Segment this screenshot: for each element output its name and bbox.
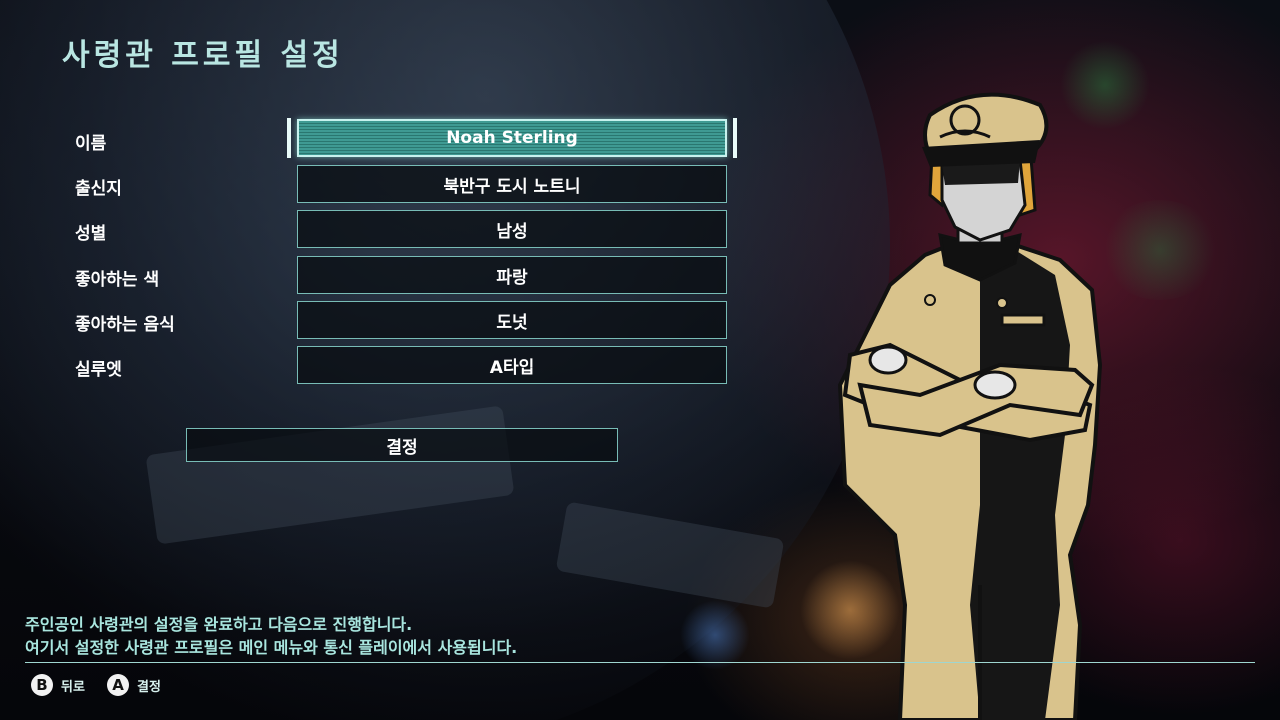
- confirm-button[interactable]: 결정: [186, 428, 618, 462]
- uniform-button: [996, 297, 1008, 309]
- explosion-glow: [680, 600, 750, 670]
- favorite-color-field[interactable]: 파랑: [297, 256, 727, 294]
- a-button-icon: A: [107, 674, 129, 696]
- row-label-name: 이름: [75, 134, 107, 154]
- hand-right: [973, 370, 1017, 400]
- hometown-field[interactable]: 북반구 도시 노트니: [297, 165, 727, 203]
- row-label-favorite-food: 좋아하는 음식: [75, 315, 175, 335]
- row-label-silhouette: 실루엣: [75, 360, 122, 380]
- confirm-hint[interactable]: A 결정: [107, 674, 161, 696]
- name-field[interactable]: Noah Sterling: [297, 119, 727, 157]
- silhouette-field[interactable]: A타입: [297, 346, 727, 384]
- commander-portrait: [837, 92, 1103, 720]
- favorite-food-field[interactable]: 도넛: [297, 301, 727, 339]
- row-label-gender: 성별: [75, 224, 107, 244]
- footer-divider: [25, 662, 1255, 663]
- row-label-favorite-color: 좋아하는 색: [75, 270, 160, 290]
- page-title: 사령관 프로필 설정: [62, 38, 344, 73]
- back-hint[interactable]: B 뒤로: [31, 674, 85, 696]
- hand-left: [868, 345, 908, 375]
- description-line-1: 주인공인 사령관의 설정을 완료하고 다음으로 진행합니다.: [25, 615, 413, 634]
- gender-field[interactable]: 남성: [297, 210, 727, 248]
- selection-bracket-left: [287, 118, 291, 158]
- confirm-hint-label: 결정: [137, 679, 161, 695]
- chest-pocket: [1000, 313, 1046, 327]
- selection-bracket-right: [733, 118, 737, 158]
- back-label: 뒤로: [61, 679, 85, 695]
- b-button-icon: B: [31, 674, 53, 696]
- uniform-button: [924, 294, 936, 306]
- row-label-hometown: 출신지: [75, 179, 122, 199]
- description-line-2: 여기서 설정한 사령관 프로필은 메인 메뉴와 통신 플레이에서 사용됩니다.: [25, 638, 518, 657]
